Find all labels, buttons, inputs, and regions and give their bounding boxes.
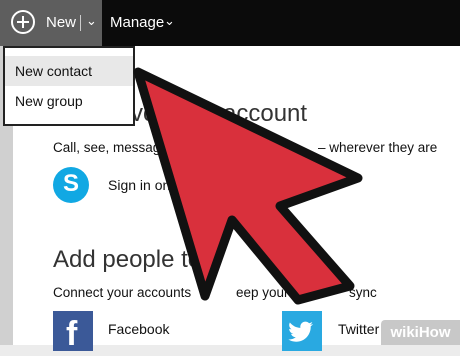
top-bar: New ⌄ Manage ⌄ bbox=[0, 0, 460, 46]
manage-chevron-down-icon[interactable]: ⌄ bbox=[164, 13, 175, 29]
add-description-end: sync bbox=[349, 285, 377, 300]
new-button-label: New bbox=[46, 14, 77, 31]
skype-icon[interactable]: S bbox=[53, 167, 89, 203]
add-people-description: Connect your accounts eep your co sync bbox=[53, 285, 377, 300]
new-button-separator bbox=[80, 15, 81, 31]
account-description-start: Call, see, messag bbox=[53, 140, 161, 155]
facebook-icon[interactable]: f bbox=[53, 311, 93, 353]
wikihow-watermark: wikiHow bbox=[381, 320, 460, 345]
chevron-down-icon[interactable]: ⌄ bbox=[86, 13, 97, 29]
new-dropdown-menu: New contact New group bbox=[3, 46, 135, 126]
heading-part-account: account bbox=[223, 100, 308, 127]
plus-circle-icon bbox=[11, 10, 35, 34]
twitter-link[interactable]: Twitter bbox=[338, 321, 379, 337]
add-description-start: Connect your accounts bbox=[53, 285, 192, 300]
account-description-end: – wherever they are bbox=[318, 140, 438, 155]
facebook-link[interactable]: Facebook bbox=[108, 321, 169, 337]
add-description-middle: eep your co bbox=[236, 285, 307, 300]
menu-item-new-group[interactable]: New group bbox=[5, 86, 133, 116]
section-heading-add-people: Add people to y bbox=[53, 246, 220, 273]
new-button[interactable]: New ⌄ bbox=[0, 0, 102, 46]
twitter-icon[interactable] bbox=[282, 311, 322, 351]
menu-item-new-contact[interactable]: New contact bbox=[5, 56, 133, 86]
account-description: Call, see, messag – wherever they are bbox=[53, 140, 437, 155]
manage-menu[interactable]: Manage bbox=[110, 14, 164, 31]
skype-sign-in-link[interactable]: Sign in on bbox=[108, 177, 170, 193]
